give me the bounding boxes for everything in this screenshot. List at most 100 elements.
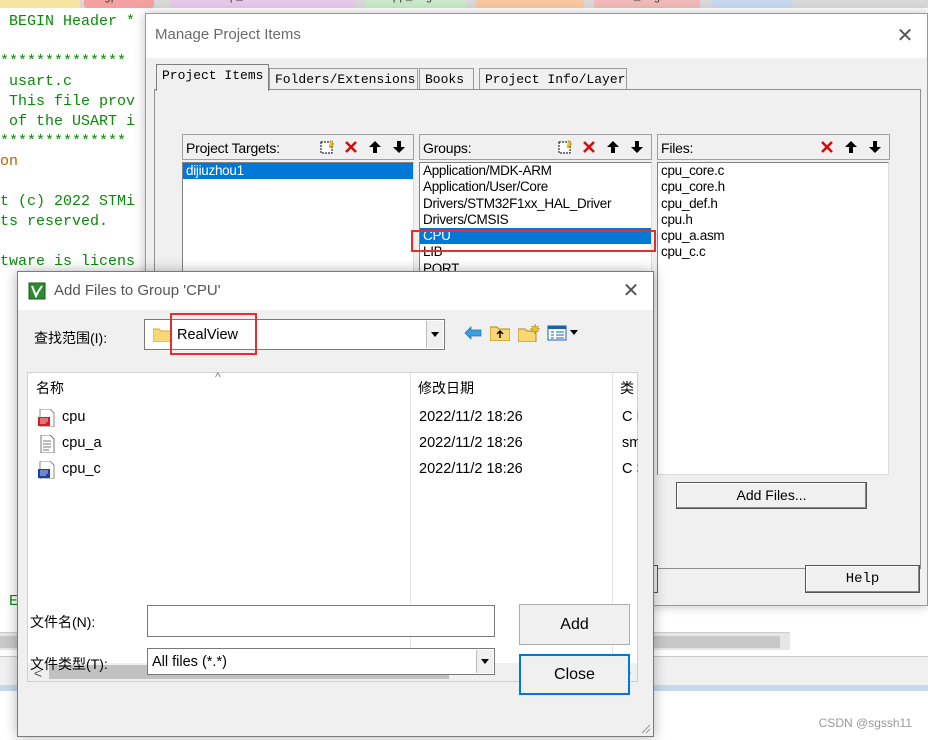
code-line: t (c) 2022 STMi: [0, 193, 136, 210]
file-item[interactable]: cpu_def.h: [658, 196, 888, 212]
group-item[interactable]: Drivers/CMSIS: [420, 212, 651, 228]
delete-icon[interactable]: [339, 136, 363, 158]
text-file-icon: [40, 435, 55, 453]
file-row[interactable]: cpu_c 2022/11/2 18:26 C S: [28, 457, 639, 483]
new-folder-icon[interactable]: [517, 322, 541, 344]
files-list[interactable]: cpu_core.c cpu_core.h cpu_def.h cpu.h cp…: [657, 162, 889, 475]
target-item[interactable]: dijiuzhou1: [183, 163, 413, 180]
editor-tab[interactable]: includes.h: [476, 0, 584, 8]
editor-tab[interactable]: main.c: [0, 0, 80, 8]
editor-tab[interactable]: app_cfg.h: [366, 0, 466, 8]
watermark: CSDN @sgssh11: [818, 716, 912, 730]
move-down-icon[interactable]: [863, 136, 887, 158]
file-type-value: All files (*.*): [152, 654, 227, 670]
dialog-titlebar: Add Files to Group 'CPU' ✕: [18, 272, 653, 310]
file-item[interactable]: cpu_core.h: [658, 179, 888, 195]
group-item[interactable]: Application/User/Core: [420, 179, 651, 195]
c-source-file-icon: [38, 461, 55, 479]
tab-books[interactable]: Books: [419, 68, 474, 90]
groups-label: Groups:: [423, 140, 472, 156]
file-row[interactable]: cpu_a 2022/11/2 18:26 sm: [28, 431, 639, 457]
close-icon[interactable]: ✕: [889, 20, 921, 52]
groups-list[interactable]: Application/MDK-ARM Application/User/Cor…: [419, 162, 652, 282]
project-targets-header: Project Targets:: [182, 134, 414, 160]
file-item[interactable]: cpu_c.c: [658, 244, 888, 260]
group-item[interactable]: Application/MDK-ARM: [420, 163, 651, 179]
new-item-icon[interactable]: [315, 136, 339, 158]
code-line: usart.c: [0, 73, 73, 90]
dialog-titlebar: Manage Project Items ✕: [146, 14, 927, 58]
editor-tab[interactable]: lib_cfg.h: [594, 0, 700, 8]
file-date: 2022/11/2 18:26: [419, 409, 523, 425]
look-in-dropdown[interactable]: RealView: [144, 319, 445, 350]
file-name: cpu_c: [62, 461, 101, 477]
file-name-label: 文件名(N):: [30, 614, 96, 630]
move-down-icon[interactable]: [387, 136, 411, 158]
editor-tab[interactable]: gpio.c: [84, 0, 154, 8]
tab-folders-extensions[interactable]: Folders/Extensions: [269, 68, 418, 90]
file-name-input[interactable]: [147, 605, 495, 637]
file-item[interactable]: cpu_a.asm: [658, 228, 888, 244]
close-icon[interactable]: ✕: [615, 275, 647, 307]
files-header: Files:: [657, 134, 890, 160]
files-label: Files:: [661, 140, 694, 156]
c-header-file-icon: [38, 409, 55, 427]
back-icon[interactable]: [462, 322, 484, 344]
keil-app-icon: [28, 282, 46, 300]
editor-tab-bar: main.c gpio.c startup_stm32f103xe.s app_…: [0, 0, 928, 8]
group-item[interactable]: Drivers/STM32F1xx_HAL_Driver: [420, 196, 651, 212]
code-line: BEGIN Header *: [0, 13, 136, 30]
help-button[interactable]: Help: [805, 565, 920, 593]
editor-tab[interactable]: usart.c: [712, 0, 792, 8]
look-in-value: RealView: [177, 327, 238, 343]
move-up-icon[interactable]: [839, 136, 863, 158]
resize-grip-icon[interactable]: [639, 722, 651, 734]
move-up-icon[interactable]: [601, 136, 625, 158]
new-group-icon[interactable]: [553, 136, 577, 158]
code-line: tware is licens: [0, 253, 136, 270]
up-folder-icon[interactable]: [489, 322, 511, 344]
delete-icon[interactable]: [815, 136, 839, 158]
code-line: **************: [0, 133, 127, 150]
chevron-down-icon[interactable]: [476, 650, 493, 673]
file-item[interactable]: cpu.h: [658, 212, 888, 228]
file-type-label: 文件类型(T):: [30, 656, 108, 672]
code-line: ts reserved.: [0, 213, 109, 230]
dialog-title: Add Files to Group 'CPU': [54, 282, 221, 299]
file-date: 2022/11/2 18:26: [419, 461, 523, 477]
file-name: cpu: [62, 409, 86, 425]
file-type: C I: [622, 409, 638, 425]
add-files-button[interactable]: Add Files...: [676, 482, 867, 509]
group-item-selected[interactable]: CPU: [420, 228, 651, 245]
code-line: on: [0, 153, 19, 170]
column-type-header[interactable]: 类: [612, 373, 639, 403]
file-type-dropdown[interactable]: All files (*.*): [147, 648, 495, 675]
close-button[interactable]: Close: [519, 654, 630, 695]
file-row[interactable]: cpu 2022/11/2 18:26 C I: [28, 405, 639, 431]
move-down-icon[interactable]: [625, 136, 649, 158]
code-line: **************: [0, 53, 127, 70]
tab-project-items[interactable]: Project Items: [156, 64, 269, 91]
project-targets-label: Project Targets:: [186, 140, 280, 156]
group-item[interactable]: LIB: [420, 244, 651, 260]
folder-icon: [153, 328, 171, 342]
file-date: 2022/11/2 18:26: [419, 435, 523, 451]
file-item[interactable]: cpu_core.c: [658, 163, 888, 179]
add-button[interactable]: Add: [519, 604, 630, 645]
tab-project-info-layer[interactable]: Project Info/Layer: [479, 68, 627, 90]
groups-header: Groups:: [419, 134, 652, 160]
view-menu-icon[interactable]: [546, 322, 582, 344]
dialog-title: Manage Project Items: [155, 26, 301, 43]
code-line: This file prov: [0, 93, 136, 110]
file-type: sm: [622, 435, 638, 451]
code-line: of the USART i: [0, 113, 136, 130]
column-name-header[interactable]: 名称: [28, 373, 410, 403]
editor-tab[interactable]: startup_stm32f103xe.s: [170, 0, 356, 8]
column-date-header[interactable]: 修改日期: [410, 373, 610, 403]
chevron-down-icon[interactable]: [426, 321, 443, 348]
delete-icon[interactable]: [577, 136, 601, 158]
look-in-label: 查找范围(I):: [34, 330, 108, 346]
move-up-icon[interactable]: [363, 136, 387, 158]
